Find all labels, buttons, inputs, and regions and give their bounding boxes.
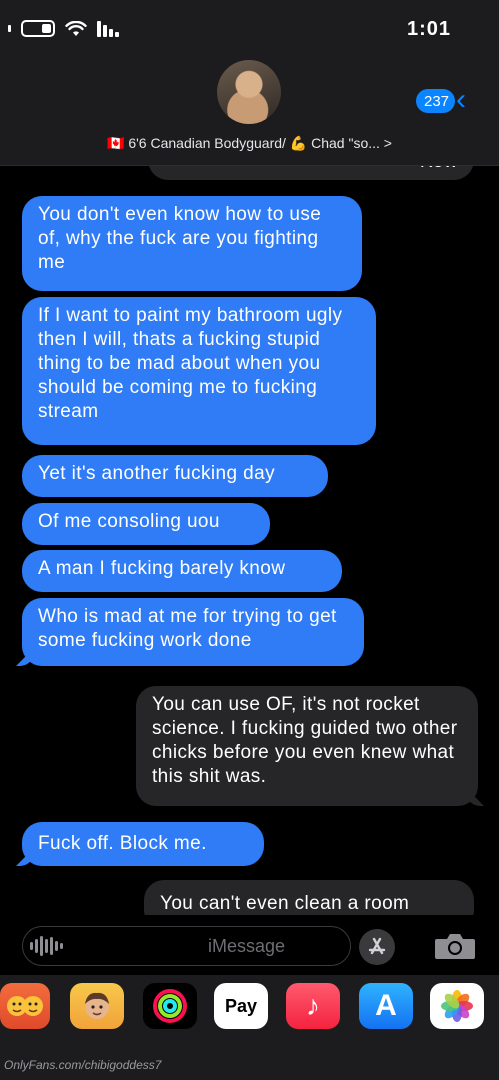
app-store-app-icon[interactable]: A [359, 983, 413, 1029]
message-sent[interactable]: Of me consoling uou [22, 503, 270, 545]
status-time: 1:01 [406, 18, 451, 40]
message-received[interactable]: You can't even clean a room [144, 880, 474, 920]
app-store-icon [368, 937, 386, 955]
message-sent[interactable]: Fuck off. Block me. [22, 822, 264, 866]
back-chevron-icon[interactable]: ‹ [456, 85, 466, 115]
message-sent[interactable]: You don't even know how to use of, why t… [22, 196, 362, 291]
memoji-stickers-icon[interactable] [0, 983, 50, 1029]
back-unread-count[interactable]: 237 [416, 89, 456, 113]
battery-icon [21, 20, 55, 37]
audio-waveform-icon[interactable] [30, 935, 63, 957]
camera-icon[interactable] [433, 931, 477, 961]
message-sent[interactable]: A man I fucking barely know [22, 550, 342, 592]
wifi-icon [65, 20, 87, 36]
photos-flower-icon [441, 990, 473, 1022]
message-input-field[interactable] [23, 927, 350, 965]
status-icons [8, 20, 119, 37]
message-received[interactable]: You can use OF, it's not rocket science.… [136, 686, 478, 806]
activity-app-icon[interactable] [143, 983, 197, 1029]
message-sent[interactable]: If I want to paint my bathroom ugly then… [22, 297, 376, 445]
message-input[interactable] [22, 926, 351, 966]
watermark: OnlyFans.com/chibigoddess7 [4, 1058, 162, 1072]
conversation-header: 1:01 237 ‹ 🇨🇦 6'6 Canadian Bodyguard/ 💪 … [0, 0, 499, 166]
contact-avatar[interactable] [217, 60, 281, 124]
activity-rings-icon [153, 989, 187, 1023]
message-sent[interactable]: Who is mad at me for trying to get some … [22, 598, 364, 666]
memoji-face-icon [85, 992, 109, 1019]
battery-tip [8, 25, 11, 32]
emoji-stickers-icon [7, 996, 43, 1016]
app-store-button[interactable] [359, 929, 395, 965]
music-app-icon[interactable]: ♪ [286, 983, 340, 1029]
apple-pay-icon[interactable]: Pay [214, 983, 268, 1029]
photos-app-icon[interactable] [430, 983, 484, 1029]
signal-icon [97, 20, 119, 37]
message-sent[interactable]: Yet it's another fucking day [22, 455, 328, 497]
contact-name[interactable]: 🇨🇦 6'6 Canadian Bodyguard/ 💪 Chad "so...… [0, 135, 499, 152]
memoji-app-icon[interactable] [70, 983, 124, 1029]
